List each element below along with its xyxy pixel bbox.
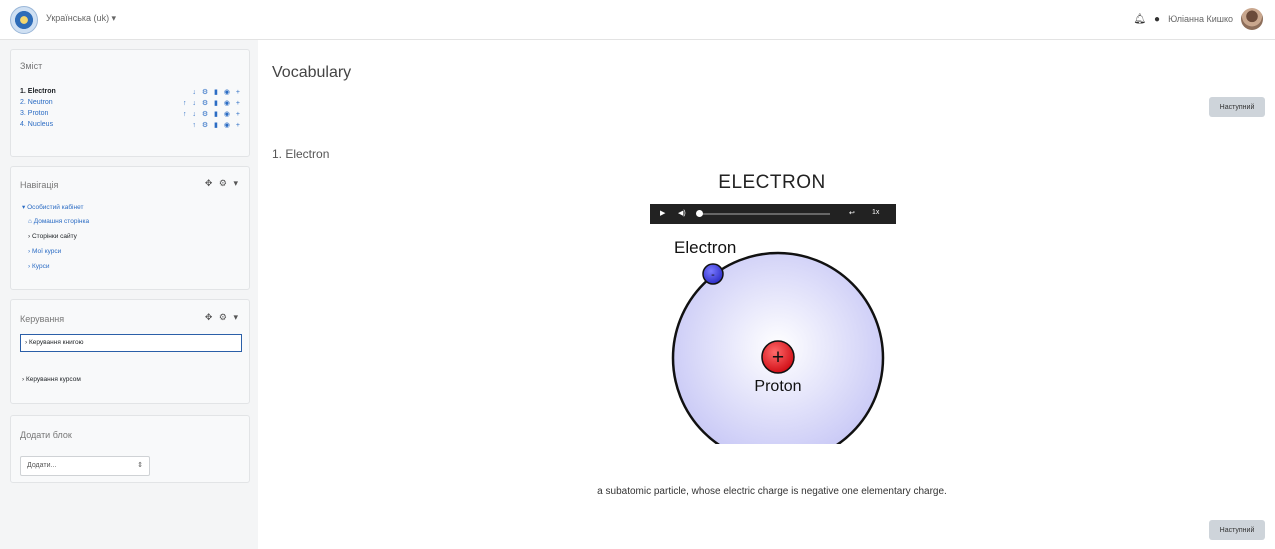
nav-label: Домашня сторінка [33, 218, 90, 225]
skip-icon[interactable]: ↩ [849, 209, 855, 217]
navigation-tree: ▾ Особистий кабінет ⌂ Домашня сторінка ›… [22, 203, 89, 278]
add-block-select[interactable]: Додати... ⇕ [20, 456, 150, 476]
messages-icon[interactable]: ● [1154, 14, 1160, 25]
electron-label: Electron [674, 238, 736, 257]
management-block: Керування ✥ ⚙ ▾ › Керування книгою › Кер… [10, 299, 250, 404]
definition-text: a subatomic particle, whose electric cha… [597, 486, 947, 497]
nav-label: Сторінки сайту [31, 233, 77, 240]
user-area: 🔔︎ ● Юліанна Кишко [1133, 8, 1263, 30]
nav-item-site-pages[interactable]: › Сторінки сайту [22, 233, 89, 248]
main-content: Vocabulary Наступний 1. Electron ELECTRO… [258, 40, 1275, 549]
chapter-link[interactable]: 4. Nucleus [20, 121, 53, 132]
add-block-title: Додати блок [20, 430, 72, 440]
chapter-item: 4. Nucleus ↑ ⚙ ▮ ◉ + [20, 121, 242, 132]
block-tools[interactable]: ✥ ⚙ ▾ [205, 312, 240, 323]
chapter-action-icons[interactable]: ↑ ⚙ ▮ ◉ + [192, 121, 242, 132]
playback-rate[interactable]: 1x [872, 209, 879, 216]
electron-sign: - [711, 269, 715, 281]
chapter-title: 1. Electron [272, 147, 330, 161]
next-button[interactable]: Наступний [1209, 97, 1265, 117]
proton-sign: + [772, 346, 784, 369]
chapter-action-icons[interactable]: ↑ ↓ ⚙ ▮ ◉ + [183, 110, 242, 121]
chapter-link[interactable]: 3. Proton [20, 110, 48, 121]
home-icon: ⌂ [28, 218, 32, 225]
chapter-list: 1. Electron ↓ ⚙ ▮ ◉ + 2. Neutron ↑ ↓ ⚙ ▮… [20, 88, 242, 132]
progress-track[interactable] [700, 213, 830, 215]
user-name[interactable]: Юліанна Кишко [1168, 14, 1233, 24]
mgmt-label: Керування курсом [25, 376, 81, 383]
next-button-bottom[interactable]: Наступний [1209, 520, 1265, 540]
navigation-title: Навігація [20, 180, 59, 190]
top-navbar: Українська (uk) ▾ 🔔︎ ● Юліанна Кишко [0, 0, 1275, 40]
contents-block: Зміст 1. Electron ↓ ⚙ ▮ ◉ + 2. Neutron ↑… [10, 49, 250, 157]
card-title: ELECTRON [718, 172, 826, 193]
management-title: Керування [20, 314, 65, 324]
nav-label: Курси [31, 263, 50, 270]
nav-label: Особистий кабінет [27, 204, 84, 211]
chapter-item: 1. Electron ↓ ⚙ ▮ ◉ + [20, 88, 242, 99]
atom-diagram: Electron - + Proton [671, 238, 885, 444]
proton-label: Proton [754, 378, 801, 395]
chapter-action-icons[interactable]: ↑ ↓ ⚙ ▮ ◉ + [183, 99, 242, 110]
mgmt-book-item[interactable]: › Керування книгою [20, 334, 242, 352]
add-block: Додати блок Додати... ⇕ [10, 415, 250, 483]
nav-item-home[interactable]: ⌂ Домашня сторінка [22, 218, 89, 233]
nav-item-courses[interactable]: › Курси [22, 263, 89, 278]
bell-icon[interactable]: 🔔︎ [1133, 14, 1146, 25]
play-icon[interactable]: ▶ [660, 209, 665, 217]
chapter-action-icons[interactable]: ↓ ⚙ ▮ ◉ + [192, 88, 242, 99]
block-tools[interactable]: ✥ ⚙ ▾ [205, 178, 240, 189]
select-value: Додати... [27, 462, 57, 469]
audio-player[interactable]: ▶ ◀) ↩ 1x [650, 204, 896, 224]
chapter-item: 2. Neutron ↑ ↓ ⚙ ▮ ◉ + [20, 99, 242, 110]
contents-title: Зміст [20, 61, 43, 71]
select-arrow-icon: ⇕ [137, 462, 143, 469]
sidebar: Зміст 1. Electron ↓ ⚙ ▮ ◉ + 2. Neutron ↑… [0, 40, 258, 549]
page-title: Vocabulary [272, 64, 352, 81]
nav-item-my-courses[interactable]: › Мої курси [22, 248, 89, 263]
progress-thumb[interactable] [696, 210, 703, 217]
chapter-link[interactable]: 2. Neutron [20, 99, 53, 110]
avatar[interactable] [1241, 8, 1263, 30]
chapter-link[interactable]: 1. Electron [20, 88, 56, 99]
nav-item-dashboard[interactable]: ▾ Особистий кабінет [22, 203, 89, 218]
volume-icon[interactable]: ◀) [678, 209, 686, 217]
nav-label: Мої курси [31, 248, 62, 255]
chapter-item: 3. Proton ↑ ↓ ⚙ ▮ ◉ + [20, 110, 242, 121]
navigation-block: Навігація ✥ ⚙ ▾ ▾ Особистий кабінет ⌂ До… [10, 166, 250, 290]
mgmt-label: Керування книгою [28, 339, 84, 346]
site-logo[interactable] [10, 6, 38, 34]
mgmt-course-item[interactable]: › Керування курсом [22, 376, 81, 383]
language-menu[interactable]: Українська (uk) ▾ [46, 13, 116, 24]
